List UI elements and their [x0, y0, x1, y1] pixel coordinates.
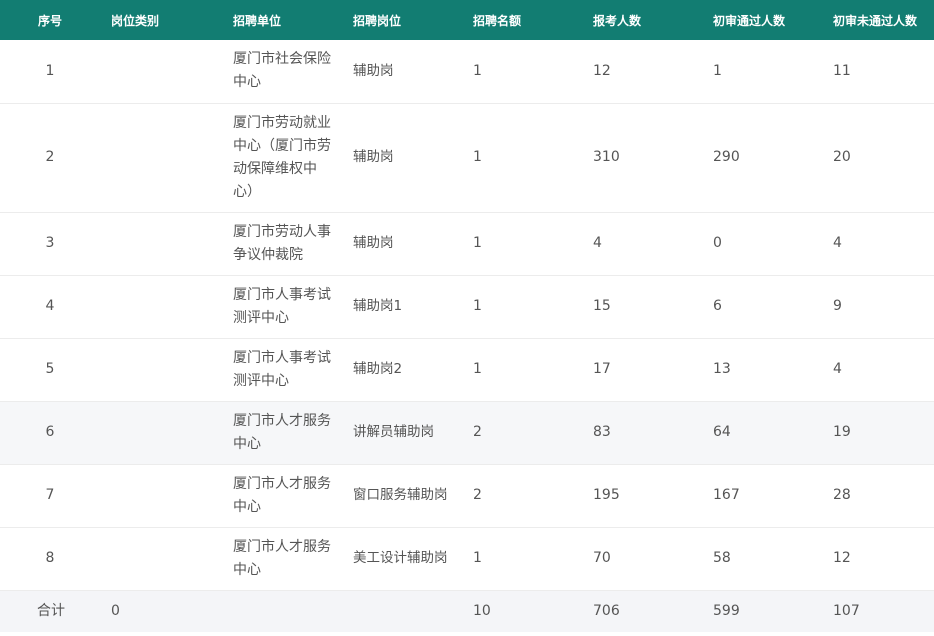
cell-category — [100, 401, 222, 465]
cell-applicants: 70 — [582, 527, 702, 591]
cell-passed: 1 — [702, 40, 822, 104]
cell-passed: 13 — [702, 338, 822, 402]
cell-applicants: 17 — [582, 338, 702, 402]
total-applicants: 706 — [593, 602, 620, 619]
table-row: 1 厦门市社会保险中心 辅助岗 1 12 1 11 — [0, 40, 934, 104]
cell-unit: 厦门市人才服务中心 — [222, 464, 342, 528]
table-header: 序号 岗位类别 招聘单位 招聘岗位 招聘名额 报考人数 初审通过人数 初审未通过… — [0, 0, 934, 40]
cell-post: 窗口服务辅助岗 — [342, 464, 462, 528]
table-row: 7 厦门市人才服务中心 窗口服务辅助岗 2 195 167 28 — [0, 464, 934, 528]
cell-passed: 290 — [702, 103, 822, 213]
cell-passed: 167 — [702, 464, 822, 528]
total-post — [342, 590, 462, 632]
header-quota: 招聘名额 — [473, 13, 522, 28]
cell-category — [100, 275, 222, 339]
cell-post: 辅助岗1 — [342, 275, 462, 339]
cell-seq: 7 — [0, 464, 100, 528]
cell-category — [100, 103, 222, 213]
header-failed: 初审未通过人数 — [833, 13, 918, 28]
total-passed: 599 — [713, 602, 740, 619]
cell-failed: 19 — [822, 401, 934, 465]
header-post: 招聘岗位 — [353, 13, 402, 28]
total-category: 0 — [111, 602, 120, 619]
cell-category — [100, 212, 222, 276]
cell-unit: 厦门市人才服务中心 — [222, 401, 342, 465]
cell-applicants: 83 — [582, 401, 702, 465]
cell-quota: 2 — [462, 464, 582, 528]
cell-passed: 6 — [702, 275, 822, 339]
cell-quota: 1 — [462, 527, 582, 591]
cell-passed: 64 — [702, 401, 822, 465]
cell-category — [100, 527, 222, 591]
cell-failed: 20 — [822, 103, 934, 213]
cell-category — [100, 40, 222, 104]
total-failed: 107 — [833, 602, 860, 619]
cell-applicants: 310 — [582, 103, 702, 213]
cell-quota: 1 — [462, 212, 582, 276]
cell-quota: 2 — [462, 401, 582, 465]
header-category: 岗位类别 — [111, 13, 160, 28]
cell-applicants: 15 — [582, 275, 702, 339]
table-row: 5 厦门市人事考试测评中心 辅助岗2 1 17 13 4 — [0, 338, 934, 402]
cell-unit: 厦门市人事考试测评中心 — [222, 275, 342, 339]
cell-failed: 4 — [822, 212, 934, 276]
cell-post: 美工设计辅助岗 — [342, 527, 462, 591]
cell-seq: 1 — [0, 40, 100, 104]
header-unit: 招聘单位 — [233, 13, 282, 28]
cell-category — [100, 338, 222, 402]
total-quota: 10 — [473, 602, 491, 619]
cell-seq: 3 — [0, 212, 100, 276]
cell-unit: 厦门市社会保险中心 — [222, 40, 342, 104]
cell-quota: 1 — [462, 40, 582, 104]
header-seq: 序号 — [37, 13, 62, 28]
cell-quota: 1 — [462, 103, 582, 213]
cell-category — [100, 464, 222, 528]
cell-failed: 11 — [822, 40, 934, 104]
total-unit — [222, 590, 342, 632]
cell-seq: 8 — [0, 527, 100, 591]
header-applicants: 报考人数 — [593, 13, 642, 28]
cell-seq: 5 — [0, 338, 100, 402]
cell-post: 辅助岗 — [342, 103, 462, 213]
header-passed: 初审通过人数 — [713, 13, 786, 28]
cell-unit: 厦门市劳动就业中心（厦门市劳动保障维权中心） — [222, 103, 342, 213]
table-row: 2 厦门市劳动就业中心（厦门市劳动保障维权中心） 辅助岗 1 310 290 2… — [0, 103, 934, 213]
total-row: 合计 0 10 706 599 107 — [0, 590, 934, 632]
cell-post: 辅助岗 — [342, 40, 462, 104]
cell-quota: 1 — [462, 275, 582, 339]
cell-unit: 厦门市劳动人事争议仲裁院 — [222, 212, 342, 276]
cell-post: 讲解员辅助岗 — [342, 401, 462, 465]
cell-seq: 6 — [0, 401, 100, 465]
cell-passed: 58 — [702, 527, 822, 591]
table-row: 3 厦门市劳动人事争议仲裁院 辅助岗 1 4 0 4 — [0, 212, 934, 276]
recruitment-table: 序号 岗位类别 招聘单位 招聘岗位 招聘名额 报考人数 初审通过人数 初审未通过… — [0, 0, 934, 632]
cell-post: 辅助岗2 — [342, 338, 462, 402]
cell-failed: 28 — [822, 464, 934, 528]
cell-seq: 2 — [0, 103, 100, 213]
total-label: 合计 — [37, 602, 65, 619]
table-row: 4 厦门市人事考试测评中心 辅助岗1 1 15 6 9 — [0, 275, 934, 339]
table-row: 6 厦门市人才服务中心 讲解员辅助岗 2 83 64 19 — [0, 401, 934, 465]
cell-unit: 厦门市人才服务中心 — [222, 527, 342, 591]
cell-seq: 4 — [0, 275, 100, 339]
cell-failed: 4 — [822, 338, 934, 402]
cell-failed: 9 — [822, 275, 934, 339]
table-row: 8 厦门市人才服务中心 美工设计辅助岗 1 70 58 12 — [0, 527, 934, 591]
cell-unit: 厦门市人事考试测评中心 — [222, 338, 342, 402]
cell-failed: 12 — [822, 527, 934, 591]
cell-applicants: 12 — [582, 40, 702, 104]
cell-applicants: 195 — [582, 464, 702, 528]
cell-passed: 0 — [702, 212, 822, 276]
cell-applicants: 4 — [582, 212, 702, 276]
cell-post: 辅助岗 — [342, 212, 462, 276]
cell-quota: 1 — [462, 338, 582, 402]
